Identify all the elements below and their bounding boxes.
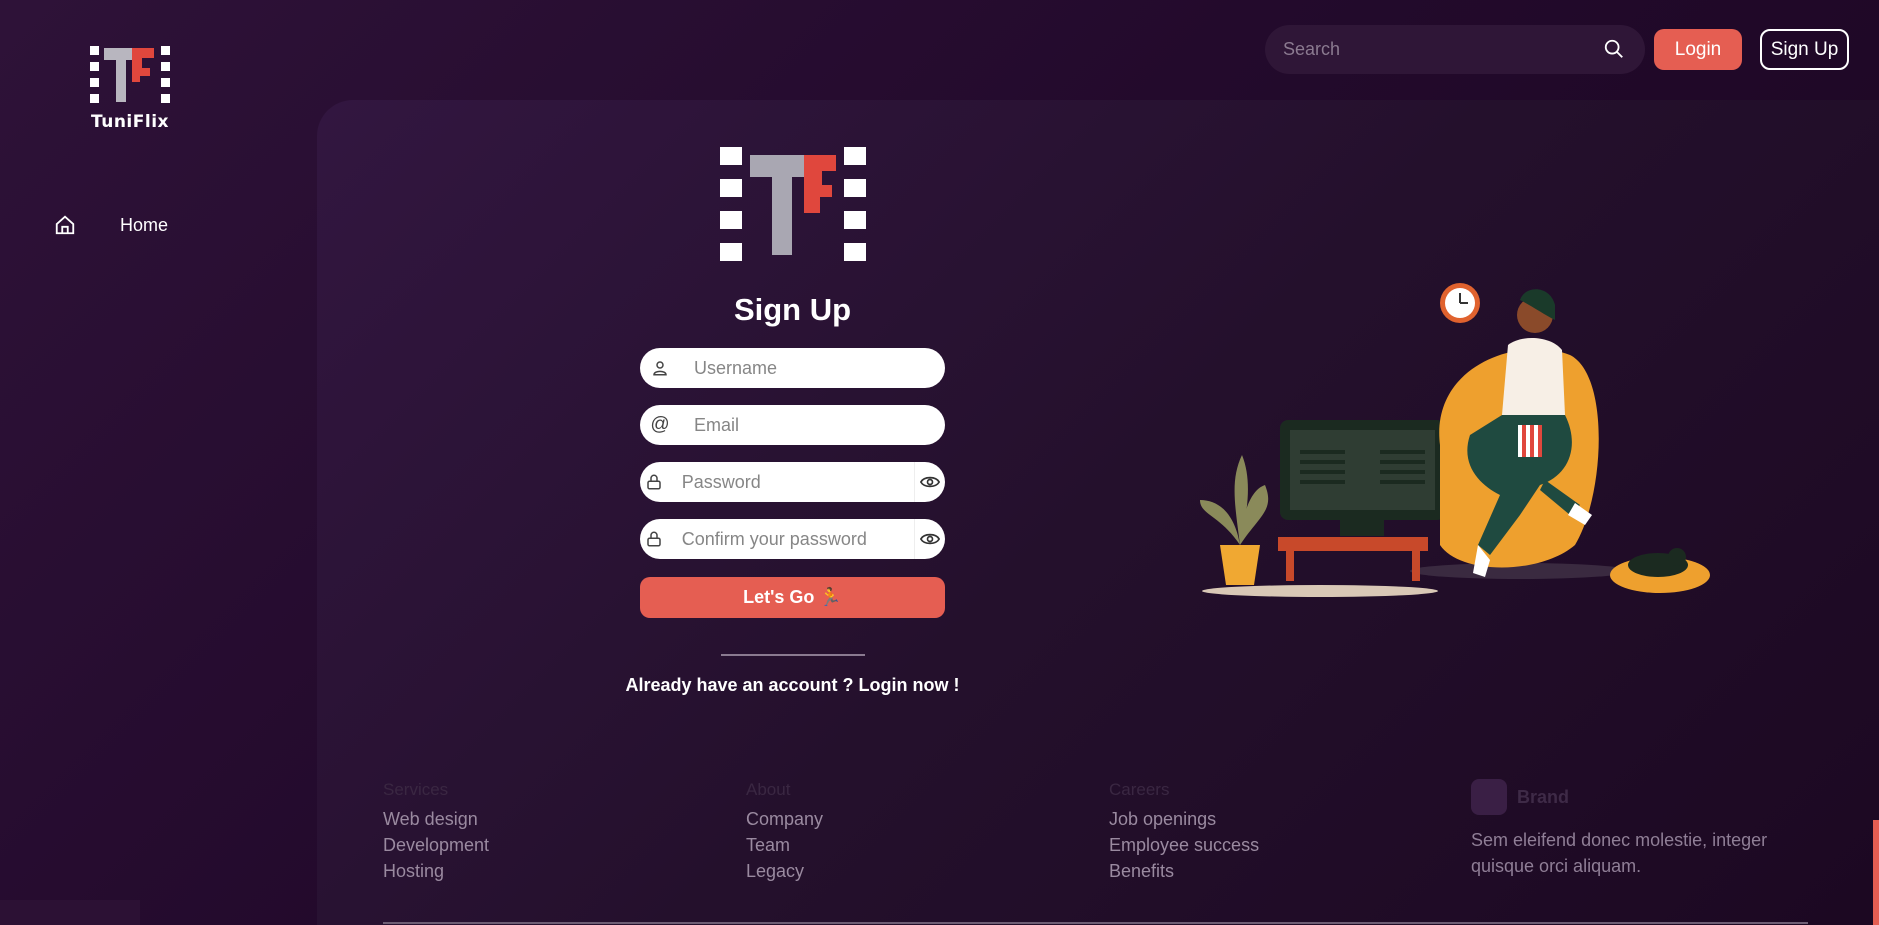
search-input[interactable] (1283, 39, 1603, 60)
footer-link[interactable]: Benefits (1109, 858, 1409, 884)
at-icon: @ (650, 414, 670, 435)
scrollbar-accent[interactable] (1873, 820, 1879, 925)
signup-button[interactable]: Sign Up (1760, 29, 1849, 70)
brand-logo-icon (1471, 779, 1507, 815)
search-icon[interactable] (1603, 38, 1627, 62)
brand-name: TuniFlix (91, 112, 169, 132)
footer-link[interactable]: Team (746, 832, 1046, 858)
email-field[interactable] (680, 405, 945, 445)
username-field-wrapper (640, 348, 945, 388)
lock-icon (640, 462, 668, 502)
login-button[interactable]: Login (1654, 29, 1742, 70)
footer-brand: Brand Sem eleifend donec molestie, integ… (1471, 779, 1791, 879)
corner-decoration (0, 900, 140, 925)
sidebar: TuniFlix Home (0, 0, 300, 925)
password-field-wrapper (640, 462, 945, 502)
form-logo (720, 145, 866, 267)
footer-link[interactable]: Development (383, 832, 683, 858)
footer-brand-description: Sem eleifend donec molestie, integer qui… (1471, 830, 1768, 876)
footer-brand-name: Brand (1517, 786, 1570, 807)
show-confirm-password-eye-icon[interactable] (914, 519, 945, 559)
footer-link[interactable]: Hosting (383, 858, 683, 884)
footer-link[interactable]: Company (746, 806, 1046, 832)
footer-heading: About (746, 780, 791, 799)
footer-column-services: Services Web design Development Hosting (383, 780, 683, 884)
footer-link[interactable]: Employee success (1109, 832, 1409, 858)
login-link[interactable]: Already have an account ? Login now ! (600, 675, 985, 696)
username-field[interactable] (680, 348, 945, 388)
footer-heading: Services (383, 780, 449, 799)
footer-link[interactable]: Web design (383, 806, 683, 832)
footer-divider (383, 922, 1808, 924)
show-password-eye-icon[interactable] (914, 462, 945, 502)
footer-column-careers: Careers Job openings Employee success Be… (1109, 780, 1409, 884)
illustration (1190, 275, 1730, 605)
lock-icon (640, 519, 668, 559)
submit-button[interactable]: Let's Go 🏃 (640, 577, 945, 618)
user-icon (640, 348, 680, 388)
sidebar-item-label: Home (120, 214, 169, 235)
page-title: Sign Up (733, 292, 852, 327)
email-field-wrapper: @ (640, 405, 945, 445)
confirm-password-field[interactable] (667, 519, 914, 559)
footer-link[interactable]: Job openings (1109, 806, 1409, 832)
footer-heading: Careers (1109, 780, 1170, 799)
footer-column-about: About Company Team Legacy (746, 780, 1046, 884)
home-icon (52, 212, 78, 238)
divider (721, 654, 865, 656)
sidebar-item-home[interactable]: Home (52, 212, 168, 238)
footer-link[interactable]: Legacy (746, 858, 1046, 884)
search-bar (1265, 25, 1645, 74)
password-field[interactable] (667, 462, 914, 502)
confirm-password-field-wrapper (640, 519, 945, 559)
